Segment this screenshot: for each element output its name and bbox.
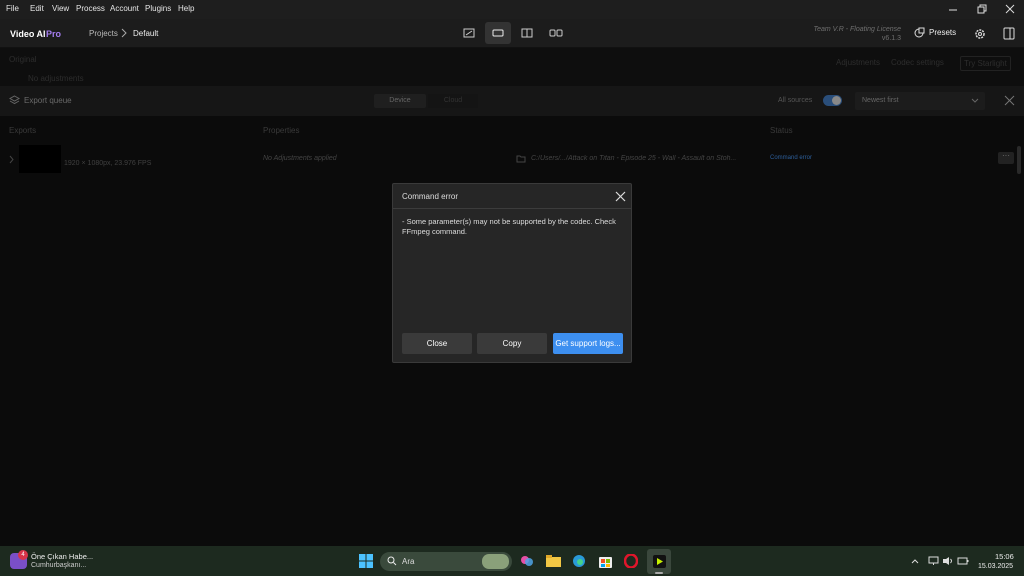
copilot-icon[interactable] <box>518 552 536 570</box>
chevron-right-icon <box>121 28 127 38</box>
close-window-icon[interactable] <box>1003 3 1017 16</box>
edge-icon[interactable] <box>570 552 588 570</box>
close-button[interactable]: Close <box>402 333 472 354</box>
version-label: v6.1.3 <box>881 35 901 42</box>
view-full-button[interactable] <box>485 22 511 44</box>
menu-account[interactable]: Account <box>110 4 139 13</box>
properties-column-header: Properties <box>263 126 300 135</box>
close-queue-icon[interactable] <box>1004 95 1015 106</box>
menu-bar: File Edit View Process Account Plugins H… <box>0 0 1024 19</box>
windows-start-icon[interactable] <box>357 552 375 570</box>
layers-icon <box>9 95 20 106</box>
cloud-tab[interactable]: Cloud <box>428 94 478 108</box>
get-support-logs-button[interactable]: Get support logs... <box>553 333 623 354</box>
running-indicator <box>655 572 663 574</box>
status-badge[interactable]: Command error <box>770 155 812 161</box>
queue-title: Export queue <box>24 96 72 105</box>
view-side-by-side-button[interactable] <box>543 22 569 44</box>
panel-toggle-icon[interactable] <box>1003 27 1015 40</box>
network-icon[interactable] <box>928 556 939 566</box>
app-header: Video AI Pro Projects Default Team V.R -… <box>0 19 1024 48</box>
properties-value: No Adjustments applied <box>263 155 337 162</box>
menu-plugins[interactable]: Plugins <box>145 4 171 13</box>
menu-process[interactable]: Process <box>76 4 105 13</box>
chevron-up-icon[interactable] <box>911 558 919 564</box>
try-starlight-button[interactable]: Try Starlight <box>960 56 1011 71</box>
presets-button[interactable]: Presets <box>914 27 956 38</box>
menu-help[interactable]: Help <box>178 4 194 13</box>
exports-column-header: Exports <box>9 126 37 135</box>
original-label: Original <box>9 55 37 64</box>
view-split-button[interactable] <box>514 22 540 44</box>
opera-icon[interactable] <box>622 552 640 570</box>
presets-icon <box>914 27 925 38</box>
battery-icon[interactable] <box>957 556 969 566</box>
search-highlight-icon <box>482 554 509 569</box>
sort-label: Newest first <box>862 97 899 104</box>
search-placeholder: Ara <box>402 557 415 566</box>
view-single-button[interactable] <box>456 22 482 44</box>
news-title[interactable]: Öne Çıkan Habe... <box>31 552 93 561</box>
minimize-icon[interactable] <box>946 3 960 16</box>
chevron-down-icon <box>971 98 979 104</box>
menu-view[interactable]: View <box>52 4 69 13</box>
app-tier-badge: Pro <box>46 29 62 39</box>
app-name: Video AI <box>10 29 46 39</box>
clock-time[interactable]: 15:06 <box>995 552 1014 561</box>
taskbar <box>0 546 1024 576</box>
news-badge: 4 <box>18 550 28 560</box>
video-thumbnail <box>19 145 61 173</box>
chevron-right-icon[interactable] <box>9 155 15 164</box>
breadcrumb-current: Default <box>133 29 159 38</box>
copy-button[interactable]: Copy <box>477 333 547 354</box>
table-row[interactable]: 1920 × 1080px, 23.976 FPS No Adjustments… <box>0 141 1024 177</box>
news-subtitle: Cumhurbaşkanı... <box>31 562 87 569</box>
export-queue-header: Export queue Device Cloud All sources Ne… <box>0 86 1024 116</box>
scrollbar[interactable] <box>1017 146 1021 174</box>
breadcrumb-projects[interactable]: Projects <box>89 29 118 38</box>
no-adjustments-label: No adjustments <box>28 74 84 83</box>
dialog-divider <box>393 208 631 209</box>
resolution-label: 1920 × 1080px, 23.976 FPS <box>64 160 152 167</box>
presets-label: Presets <box>929 28 957 37</box>
file-explorer-icon[interactable] <box>544 552 562 570</box>
menu-file[interactable]: File <box>6 4 19 13</box>
output-path[interactable]: C:/Users/.../Attack on Titan - Episode 2… <box>531 155 761 162</box>
license-label: Team V.R - Floating License <box>813 26 901 33</box>
store-icon[interactable] <box>596 552 614 570</box>
dialog-title: Command error <box>402 192 459 201</box>
gear-icon[interactable] <box>974 28 986 40</box>
all-sources-toggle[interactable] <box>823 95 842 106</box>
preview-toolbar: Original No adjustments Adjustments Code… <box>0 48 1024 86</box>
command-error-dialog: Command error - Some parameter(s) may no… <box>392 183 632 363</box>
codec-settings-tab[interactable]: Codec settings <box>891 58 944 67</box>
folder-icon[interactable] <box>516 154 526 163</box>
search-icon <box>387 556 397 566</box>
volume-icon[interactable] <box>942 556 954 566</box>
all-sources-label: All sources <box>778 97 813 104</box>
device-tab[interactable]: Device <box>374 94 426 108</box>
status-column-header: Status <box>770 126 793 135</box>
menu-edit[interactable]: Edit <box>30 4 44 13</box>
topaz-video-ai-icon[interactable] <box>650 552 668 570</box>
restore-icon[interactable] <box>975 3 989 16</box>
dialog-message: - Some parameter(s) may not be supported… <box>402 217 616 236</box>
more-options-icon[interactable]: ··· <box>998 152 1014 164</box>
adjustments-tab[interactable]: Adjustments <box>836 58 880 67</box>
clock-date[interactable]: 15.03.2025 <box>978 563 1013 570</box>
close-icon[interactable] <box>615 191 626 202</box>
